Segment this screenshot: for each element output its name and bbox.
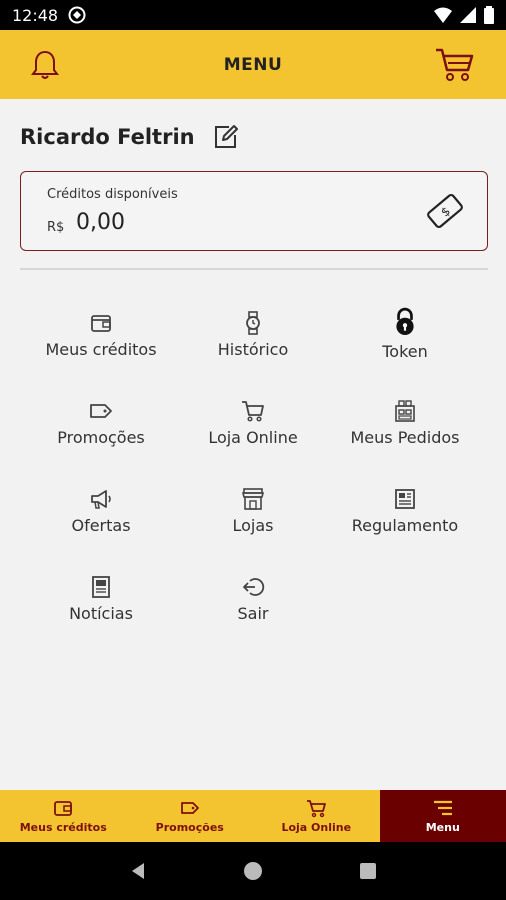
menu-item-label: Token [382, 342, 428, 361]
signal-icon [460, 7, 476, 23]
news-icon [92, 576, 110, 598]
megaphone-icon [91, 490, 111, 509]
status-time: 12:48 [12, 5, 59, 25]
system-nav-bar [0, 842, 506, 900]
menu-item-label: Histórico [217, 340, 289, 359]
menu-item-loja-online[interactable]: Loja Online [177, 388, 329, 468]
menu-item-lojas[interactable]: Lojas [177, 476, 329, 556]
menu-item-label: Promoções [57, 428, 145, 447]
menu-item-meus-creditos[interactable]: Meus créditos [25, 300, 177, 380]
sync-icon [68, 6, 86, 24]
status-bar: 12:48 [0, 0, 506, 30]
battery-icon [484, 6, 494, 24]
lock-icon [396, 307, 414, 335]
menu-item-noticias[interactable]: Notícias [25, 564, 177, 644]
menu-item-token[interactable]: Token [329, 300, 481, 380]
watch-icon [246, 311, 260, 335]
menu-item-promocoes[interactable]: Promoções [25, 388, 177, 468]
nav-item-meus-creditos[interactable]: Meus créditos [0, 790, 127, 842]
app-bar: MENU [0, 30, 506, 99]
wallet-icon [54, 801, 73, 816]
nav-item-promocoes[interactable]: Promoções [127, 790, 254, 842]
menu-item-label: Sair [237, 604, 269, 623]
tag-icon [90, 404, 112, 418]
nav-item-loja-online[interactable]: Loja Online [253, 790, 380, 842]
tag-icon [180, 802, 199, 814]
cart-icon [307, 800, 327, 818]
edit-icon[interactable] [211, 123, 239, 151]
menu-item-label: Notícias [69, 604, 133, 623]
bottom-nav: Meus créditos Promoções Loja Online Menu [0, 790, 506, 842]
user-name: Ricardo Feltrin [20, 125, 195, 149]
user-header: Ricardo Feltrin [20, 120, 239, 154]
document-icon [395, 489, 415, 509]
nav-item-label: Promoções [155, 821, 224, 834]
store-icon [241, 488, 265, 510]
menu-item-label: Meus Pedidos [350, 428, 460, 447]
menu-item-ofertas[interactable]: Ofertas [25, 476, 177, 556]
back-icon[interactable] [128, 861, 148, 881]
cart-icon [242, 401, 264, 422]
credits-amount: 0,00 [76, 210, 125, 235]
menu-item-meus-pedidos[interactable]: Meus Pedidos [329, 388, 481, 468]
credits-card[interactable]: Créditos disponíveis R$ 0,00 $ [20, 171, 488, 251]
menu-item-label: Lojas [232, 516, 274, 535]
nav-item-menu[interactable]: Menu [379, 790, 506, 842]
nav-item-label: Loja Online [281, 821, 352, 834]
menu-item-historico[interactable]: Histórico [177, 300, 329, 380]
menu-item-label: Meus créditos [45, 340, 157, 359]
money-bill-icon: $ [427, 193, 463, 229]
bell-icon[interactable] [28, 48, 62, 82]
menu-item-regulamento[interactable]: Regulamento [329, 476, 481, 556]
menu-item-label: Loja Online [208, 428, 298, 447]
credits-label: Créditos disponíveis [47, 187, 178, 202]
menu-icon [433, 800, 452, 816]
logout-icon [243, 578, 265, 596]
credits-currency: R$ [47, 220, 65, 235]
page-title: MENU [223, 54, 283, 75]
wallet-icon [91, 315, 111, 332]
divider [20, 268, 488, 270]
nav-item-label: Meus créditos [19, 821, 107, 834]
wifi-icon [434, 7, 452, 23]
cart-icon[interactable] [434, 46, 474, 82]
menu-item-label: Ofertas [71, 516, 131, 535]
recents-icon[interactable] [358, 861, 378, 881]
nav-item-label: Menu [425, 821, 460, 834]
menu-item-label: Regulamento [351, 516, 459, 535]
orders-icon [395, 400, 415, 422]
menu-item-sair[interactable]: Sair [177, 564, 329, 644]
home-icon[interactable] [243, 861, 263, 881]
